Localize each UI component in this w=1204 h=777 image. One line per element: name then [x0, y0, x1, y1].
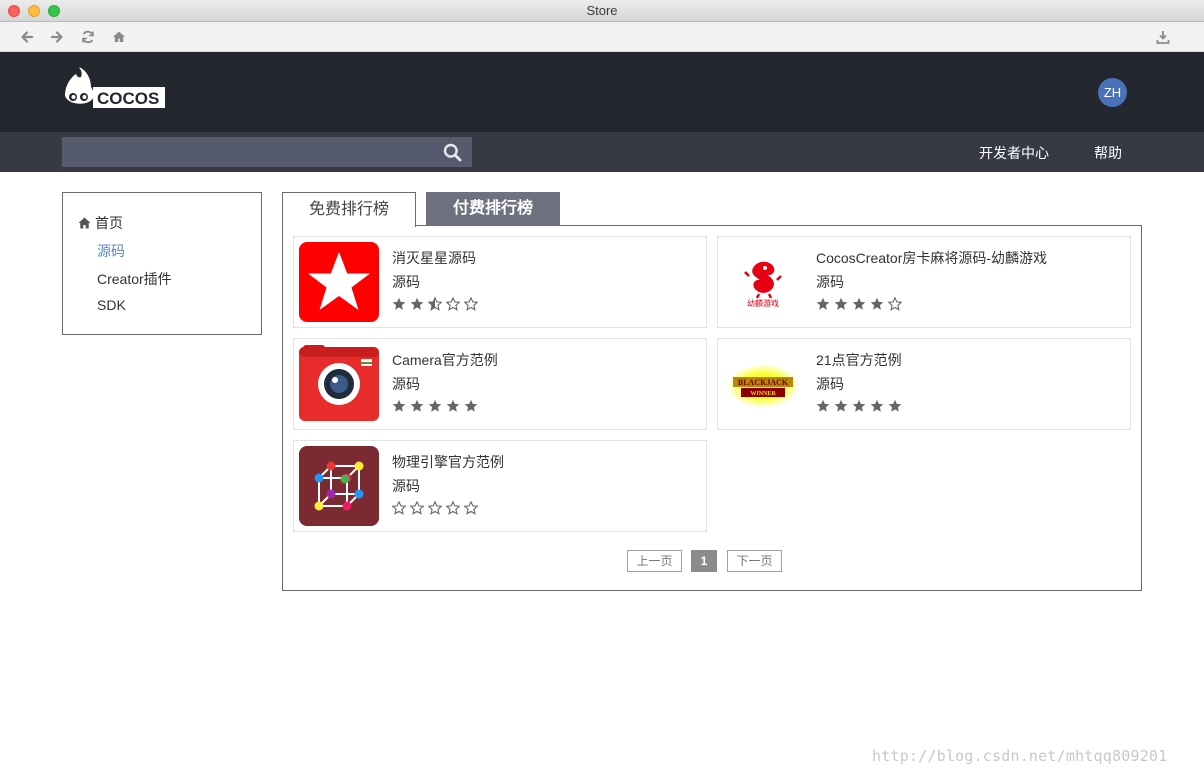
- star-filled-icon: [870, 297, 884, 311]
- watermark-text: http://blog.csdn.net/mhtqq809201: [872, 747, 1168, 765]
- product-category: 源码: [392, 376, 420, 392]
- star-filled-icon: [852, 399, 866, 413]
- svg-text:COCOS: COCOS: [97, 89, 159, 108]
- rating-stars: [392, 501, 478, 515]
- tab-free-ranking[interactable]: 免费排行榜: [282, 192, 416, 227]
- star-empty-icon: [888, 297, 902, 311]
- star-filled-icon: [392, 297, 406, 311]
- star-filled-icon: [834, 297, 848, 311]
- product-name: 消灭星星源码: [392, 250, 476, 266]
- star-empty-icon: [464, 501, 478, 515]
- star-filled-icon: [888, 399, 902, 413]
- star-filled-icon: [834, 399, 848, 413]
- product-card[interactable]: 消灭星星源码 源码: [293, 236, 707, 328]
- nav-bar: 开发者中心 帮助: [0, 132, 1204, 172]
- star-empty-icon: [446, 297, 460, 311]
- user-avatar[interactable]: ZH: [1098, 78, 1127, 107]
- star-filled-icon: [816, 399, 830, 413]
- product-card[interactable]: Camera官方范例 源码: [293, 338, 707, 430]
- star-filled-icon: [392, 399, 406, 413]
- search-box: [62, 137, 472, 167]
- blackjack-logo-icon: BLACKJACK WINNER: [723, 344, 803, 424]
- current-page-button[interactable]: 1: [691, 550, 717, 572]
- rating-stars: [816, 297, 902, 311]
- camera-app-icon: [299, 344, 379, 424]
- sidebar-item-source[interactable]: 源码: [97, 241, 125, 261]
- star-filled-icon: [410, 297, 424, 311]
- svg-text:幼麟游戏: 幼麟游戏: [747, 298, 779, 308]
- star-filled-icon: [870, 399, 884, 413]
- site-header: COCOS ZH: [0, 52, 1204, 132]
- star-filled-icon: [446, 399, 460, 413]
- product-category: 源码: [816, 376, 844, 392]
- star-empty-icon: [392, 501, 406, 515]
- star-app-icon: [299, 242, 379, 322]
- product-card[interactable]: 物理引擎官方范例 源码: [293, 440, 707, 532]
- product-card[interactable]: BLACKJACK WINNER 21点官方范例 源码: [717, 338, 1131, 430]
- nav-help[interactable]: 帮助: [1094, 143, 1122, 163]
- star-filled-icon: [816, 297, 830, 311]
- star-empty-icon: [446, 501, 460, 515]
- product-card[interactable]: 幼麟游戏 CocosCreator房卡麻将源码-幼麟游戏 源码: [717, 236, 1131, 328]
- star-filled-icon: [852, 297, 866, 311]
- browser-toolbar: [0, 22, 1204, 52]
- product-name: 21点官方范例: [816, 352, 902, 368]
- star-filled-icon: [428, 399, 442, 413]
- prev-page-button[interactable]: 上一页: [627, 550, 682, 572]
- home-icon[interactable]: [110, 28, 128, 46]
- product-name: Camera官方范例: [392, 352, 498, 368]
- search-input[interactable]: [62, 137, 432, 167]
- download-icon[interactable]: [1154, 28, 1172, 46]
- refresh-icon[interactable]: [79, 28, 97, 46]
- forward-arrow-icon[interactable]: [48, 28, 66, 46]
- category-sidebar: 首页 源码 Creator插件 SDK: [62, 192, 262, 335]
- next-page-button[interactable]: 下一页: [727, 550, 782, 572]
- dragon-logo-icon: 幼麟游戏: [723, 242, 803, 322]
- sidebar-item-label: 首页: [95, 215, 123, 231]
- star-empty-icon: [410, 501, 424, 515]
- back-arrow-icon[interactable]: [18, 28, 36, 46]
- rating-stars: [392, 297, 478, 311]
- product-category: 源码: [816, 274, 844, 290]
- window-titlebar: Store: [0, 0, 1204, 22]
- rating-stars: [816, 399, 902, 413]
- svg-text:WINNER: WINNER: [750, 391, 776, 397]
- product-list-panel: 消灭星星源码 源码 幼麟游戏 CocosCreator房卡麻将源码-幼麟游戏 源…: [282, 225, 1142, 591]
- star-filled-icon: [410, 399, 424, 413]
- sidebar-item-home[interactable]: 首页: [78, 213, 123, 233]
- star-half-icon: [428, 297, 442, 311]
- rating-stars: [392, 399, 478, 413]
- star-filled-icon: [464, 399, 478, 413]
- nav-developer-center[interactable]: 开发者中心: [979, 143, 1049, 163]
- home-icon: [78, 217, 91, 229]
- physics-cube-icon: [299, 446, 379, 526]
- product-category: 源码: [392, 478, 420, 494]
- product-category: 源码: [392, 274, 420, 290]
- svg-text:BLACKJACK: BLACKJACK: [738, 378, 789, 387]
- product-name: CocosCreator房卡麻将源码-幼麟游戏: [816, 250, 1048, 266]
- window-title: Store: [586, 3, 618, 18]
- product-name: 物理引擎官方范例: [392, 454, 504, 470]
- search-icon[interactable]: [443, 143, 462, 162]
- tab-paid-ranking[interactable]: 付费排行榜: [426, 192, 560, 226]
- sidebar-item-creator-plugins[interactable]: Creator插件: [97, 269, 172, 289]
- cocos-logo[interactable]: COCOS: [62, 66, 166, 110]
- star-empty-icon: [428, 501, 442, 515]
- star-empty-icon: [464, 297, 478, 311]
- sidebar-item-sdk[interactable]: SDK: [97, 297, 126, 313]
